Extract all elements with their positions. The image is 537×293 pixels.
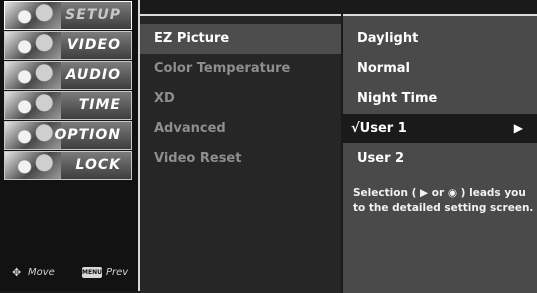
suboption-user-1[interactable]: √User 1 ▶ — [343, 114, 537, 143]
category-label: AUDIO — [65, 67, 121, 83]
category-audio[interactable]: AUDIO — [4, 61, 132, 90]
option-xd[interactable]: XD — [140, 84, 341, 114]
suboption-normal[interactable]: Normal — [343, 54, 537, 83]
ez-picture-submenu: Daylight Normal Night Time √User 1 ▶ Use… — [343, 14, 537, 293]
category-label: SETUP — [65, 7, 121, 23]
picture-options-panel: EZ Picture Color Temperature XD Advanced… — [140, 14, 341, 293]
suboption-user-2[interactable]: User 2 — [343, 144, 537, 173]
checkmark-icon: √ — [351, 121, 360, 136]
lock-thumbnail-icon — [5, 152, 61, 179]
category-video[interactable]: VIDEO — [4, 31, 132, 60]
nav-hints: ✥ Move MENU Prev — [12, 266, 132, 282]
tv-menu-screen: SETUP VIDEO AUDIO TIME OPTION LOCK ✥ Mov… — [0, 0, 537, 293]
category-sidebar: SETUP VIDEO AUDIO TIME OPTION LOCK ✥ Mov… — [0, 0, 140, 291]
prev-hint-label: Prev — [106, 267, 129, 278]
category-label: TIME — [78, 97, 121, 113]
option-thumbnail-icon — [5, 122, 61, 149]
move-arrows-icon: ✥ — [12, 266, 22, 279]
category-option[interactable]: OPTION — [4, 121, 132, 150]
time-thumbnail-icon — [5, 92, 61, 119]
help-text: Selection ( ▶ or ◉ ) leads you to the de… — [353, 187, 534, 214]
video-thumbnail-icon — [5, 32, 61, 59]
audio-thumbnail-icon — [5, 62, 61, 89]
category-lock[interactable]: LOCK — [4, 151, 132, 180]
category-setup[interactable]: SETUP — [4, 1, 132, 30]
option-ez-picture[interactable]: EZ Picture — [140, 24, 341, 54]
suboption-night-time[interactable]: Night Time — [343, 84, 537, 113]
menu-key-icon: MENU — [82, 267, 102, 278]
option-advanced[interactable]: Advanced — [140, 114, 341, 144]
setup-thumbnail-icon — [5, 2, 61, 29]
category-label: OPTION — [54, 127, 121, 143]
option-video-reset[interactable]: Video Reset — [140, 144, 341, 174]
category-label: VIDEO — [66, 37, 121, 53]
suboption-label: User 1 — [359, 121, 407, 136]
option-color-temperature[interactable]: Color Temperature — [140, 54, 341, 84]
category-time[interactable]: TIME — [4, 91, 132, 120]
category-label: LOCK — [75, 157, 121, 173]
suboption-daylight[interactable]: Daylight — [343, 24, 537, 53]
move-hint-label: Move — [28, 267, 55, 278]
right-arrow-icon: ▶ — [513, 121, 523, 135]
